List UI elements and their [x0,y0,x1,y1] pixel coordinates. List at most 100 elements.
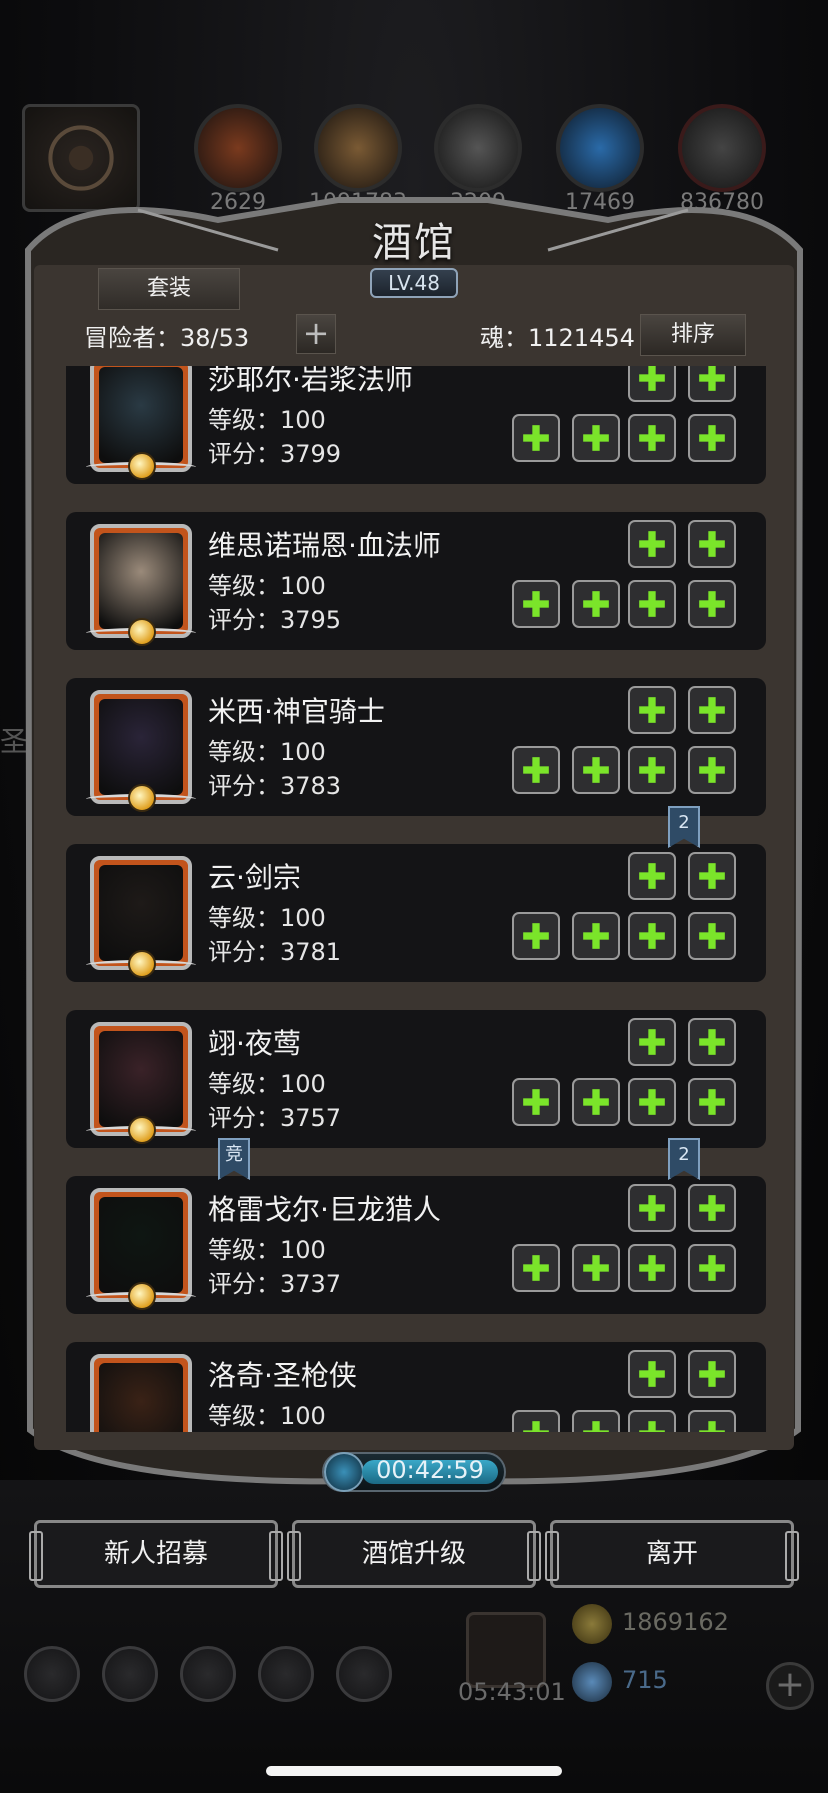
hero-card[interactable]: 莎耶尔·岩浆法师 等级：100 评分：3799 [66,366,766,484]
equip-slot-amulet[interactable] [688,1078,736,1126]
equip-slot-amulet[interactable] [688,1244,736,1292]
hero-card[interactable]: 维思诺瑞恩·血法师 等级：100 评分：3795 [66,512,766,650]
equip-slot-ring[interactable] [628,746,676,794]
hero-level: 等级：100 [208,572,326,600]
plus-icon [523,1421,549,1432]
clock-icon [324,1452,364,1492]
equip-slot-weapon[interactable] [512,1410,560,1432]
leave-button[interactable]: 离开 [545,1520,799,1588]
equip-slot-helm[interactable] [688,366,736,402]
hero-card[interactable]: 云·剑宗 等级：100 评分：3781 [66,844,766,982]
hero-portrait[interactable] [86,366,196,480]
equip-slot-offhand[interactable] [572,912,620,960]
equip-slot-offhand[interactable] [572,1244,620,1292]
equip-slot-weapon[interactable] [512,580,560,628]
equip-slot-ring[interactable] [628,1078,676,1126]
equip-slot-helm[interactable] [688,852,736,900]
plus-icon [523,923,549,949]
hero-portrait[interactable] [90,1354,192,1432]
page-title: 酒馆 [372,220,456,266]
meat-icon[interactable] [194,104,282,192]
plus-icon [523,757,549,783]
hero-portrait[interactable] [86,856,196,978]
guild-icon[interactable] [180,1646,236,1702]
add-adventurer-slot-button[interactable]: + [296,314,336,354]
plus-icon [583,425,609,451]
equip-slot-offhand[interactable] [572,414,620,462]
equip-slot-offhand[interactable] [572,746,620,794]
inventory-icon[interactable] [336,1646,392,1702]
gold-value: 1869162 [622,1608,729,1636]
hero-card[interactable]: 格雷戈尔·巨龙猎人 等级：100 评分：3737 [66,1176,766,1314]
equip-slot-armor[interactable] [628,1350,676,1398]
equip-slot-armor[interactable] [628,1184,676,1232]
plus-icon [639,1195,665,1221]
equip-slot-ring[interactable] [628,1410,676,1432]
crystal-icon[interactable] [556,104,644,192]
equip-slot-offhand[interactable] [572,1078,620,1126]
upgrade-tavern-button[interactable]: 酒馆升级 [287,1520,541,1588]
plus-icon [699,366,725,391]
moon-icon [128,1116,156,1144]
plus-icon [583,757,609,783]
equip-slot-offhand[interactable] [572,1410,620,1432]
add-currency-button[interactable]: + [766,1662,814,1710]
equip-slot-weapon[interactable] [512,746,560,794]
equip-slot-armor[interactable] [628,1018,676,1066]
equip-slot-armor[interactable] [628,520,676,568]
iron-icon[interactable] [678,104,766,192]
equip-slot-amulet[interactable] [688,414,736,462]
sort-button[interactable]: 排序 [640,314,746,356]
recruit-button[interactable]: 新人招募 [29,1520,283,1588]
hero-card[interactable]: 米西·神官骑士 等级：100 评分：3783 [66,678,766,816]
hero-level: 等级：100 [208,738,326,766]
hero-list[interactable]: 莎耶尔·岩浆法师 等级：100 评分：3799 维思诺瑞恩·血法师 等级：100 评分：3… [66,366,766,1432]
suit-button[interactable]: 套装 [98,268,240,310]
equip-slot-weapon[interactable] [512,912,560,960]
equip-slot-amulet[interactable] [688,580,736,628]
equip-slot-armor[interactable] [628,852,676,900]
equip-slot-amulet[interactable] [688,746,736,794]
equip-slot-helm[interactable] [688,1350,736,1398]
hero-name: 莎耶尔·岩浆法师 [208,366,413,396]
equip-slot-amulet[interactable] [688,1410,736,1432]
equip-slot-weapon[interactable] [512,414,560,462]
equip-slot-ring[interactable] [628,912,676,960]
equip-slot-weapon[interactable] [512,1078,560,1126]
gift-icon[interactable] [466,1612,546,1688]
equip-slot-armor[interactable] [628,686,676,734]
equip-slot-helm[interactable] [688,1184,736,1232]
hero-face [99,367,183,463]
equip-slot-ring[interactable] [628,1244,676,1292]
hero-portrait[interactable] [86,690,196,812]
mail-icon[interactable] [258,1646,314,1702]
hero-icon[interactable] [102,1646,158,1702]
hero-portrait[interactable] [86,1022,196,1144]
plus-icon [639,1361,665,1387]
hero-face [99,533,183,629]
plus-icon [639,1029,665,1055]
hero-card[interactable]: 洛奇·圣枪侠 等级：100 [66,1342,766,1432]
stone-icon[interactable] [434,104,522,192]
equip-slot-ring[interactable] [628,414,676,462]
plus-icon [699,1195,725,1221]
settings-icon[interactable] [24,1646,80,1702]
tavern-level-badge: LV.48 [370,268,458,298]
wood-icon[interactable] [314,104,402,192]
hero-portrait[interactable] [86,1188,196,1310]
equip-slot-amulet[interactable] [688,912,736,960]
plus-icon [699,591,725,617]
equip-slot-ring[interactable] [628,580,676,628]
equip-slot-offhand[interactable] [572,580,620,628]
equip-slot-helm[interactable] [688,520,736,568]
plus-icon [639,1421,665,1432]
plus-icon [523,1089,549,1115]
equip-slot-helm[interactable] [688,686,736,734]
plus-icon [583,1089,609,1115]
equip-slot-armor[interactable] [628,366,676,402]
equip-slot-weapon[interactable] [512,1244,560,1292]
hero-card[interactable]: 翊·夜莺 等级：100 评分：3757 [66,1010,766,1148]
hero-portrait[interactable] [86,524,196,646]
plus-icon [639,531,665,557]
equip-slot-helm[interactable] [688,1018,736,1066]
